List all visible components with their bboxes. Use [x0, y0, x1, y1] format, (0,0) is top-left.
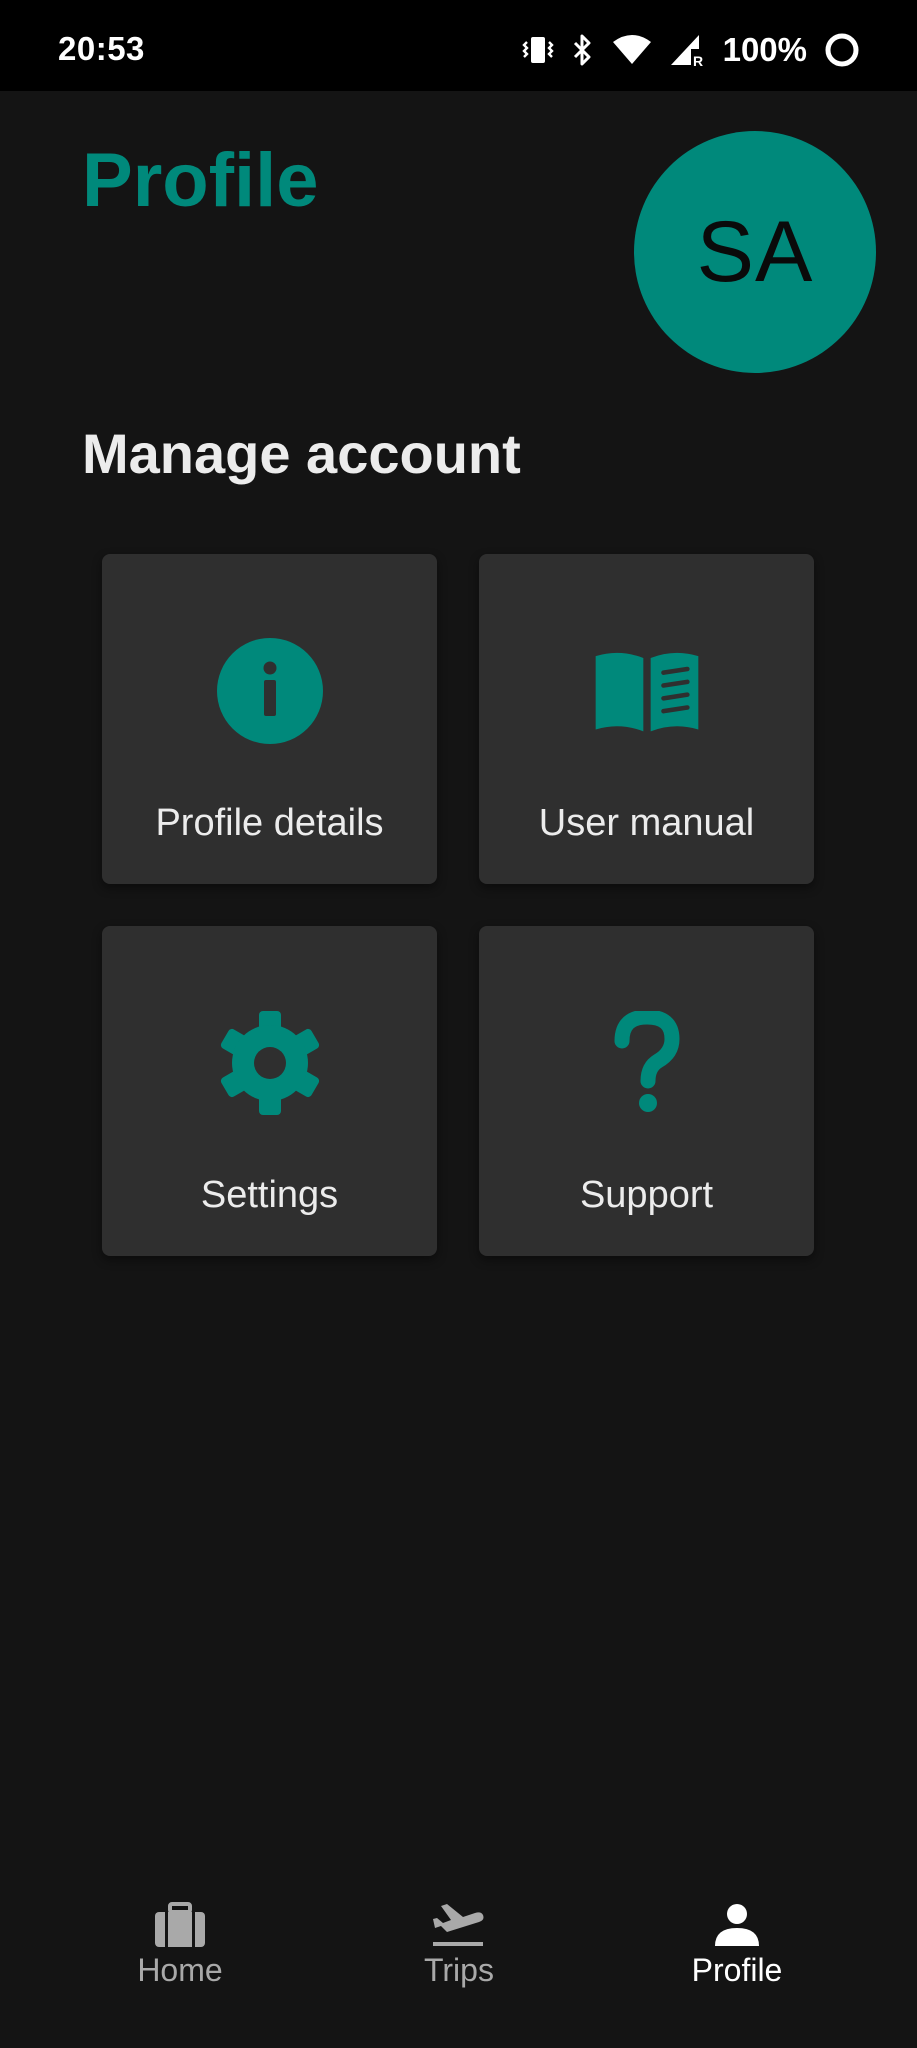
- vibrate-icon: [521, 35, 555, 65]
- card-label: Support: [579, 1174, 714, 1216]
- avatar[interactable]: SA: [634, 131, 876, 373]
- status-time: 20:53: [58, 30, 145, 67]
- nav-item-trips[interactable]: Trips: [359, 1862, 559, 1988]
- user-manual-card[interactable]: User manual: [479, 554, 814, 884]
- nav-label: Home: [137, 1952, 223, 1988]
- status-icons: R 100%: [521, 30, 861, 70]
- page-title: Profile: [82, 138, 319, 223]
- section-title: Manage account: [82, 422, 521, 485]
- signal-roaming-icon: R: [669, 33, 707, 67]
- bluetooth-icon: [571, 34, 595, 66]
- status-bar: 20:53 R 100%: [0, 0, 917, 91]
- svg-text:R: R: [693, 53, 703, 67]
- briefcase-icon: [80, 1892, 280, 1948]
- nav-label: Profile: [691, 1952, 783, 1988]
- settings-card[interactable]: Settings: [102, 926, 437, 1256]
- card-label: User manual: [538, 802, 755, 844]
- plane-departure-icon: [359, 1892, 559, 1948]
- card-label: Settings: [200, 1174, 339, 1216]
- battery-percentage: 100%: [722, 31, 807, 68]
- bottom-navigation: Home Trips Profile: [0, 1862, 917, 2048]
- support-card[interactable]: Support: [479, 926, 814, 1256]
- question-icon: [592, 1008, 702, 1118]
- battery-ring-icon: [823, 31, 861, 69]
- book-icon: [592, 636, 702, 746]
- nav-item-home[interactable]: Home: [80, 1862, 280, 1988]
- nav-item-profile[interactable]: Profile: [637, 1862, 837, 1988]
- person-icon: [637, 1892, 837, 1948]
- wifi-icon: [611, 34, 653, 66]
- card-label: Profile details: [155, 802, 384, 844]
- gear-icon: [215, 1008, 325, 1118]
- avatar-initials: SA: [696, 203, 814, 300]
- info-icon: [215, 636, 325, 746]
- nav-label: Trips: [424, 1952, 494, 1988]
- profile-screen: 20:53 R 100% Profile SA Manage account P…: [0, 0, 917, 2048]
- profile-details-card[interactable]: Profile details: [102, 554, 437, 884]
